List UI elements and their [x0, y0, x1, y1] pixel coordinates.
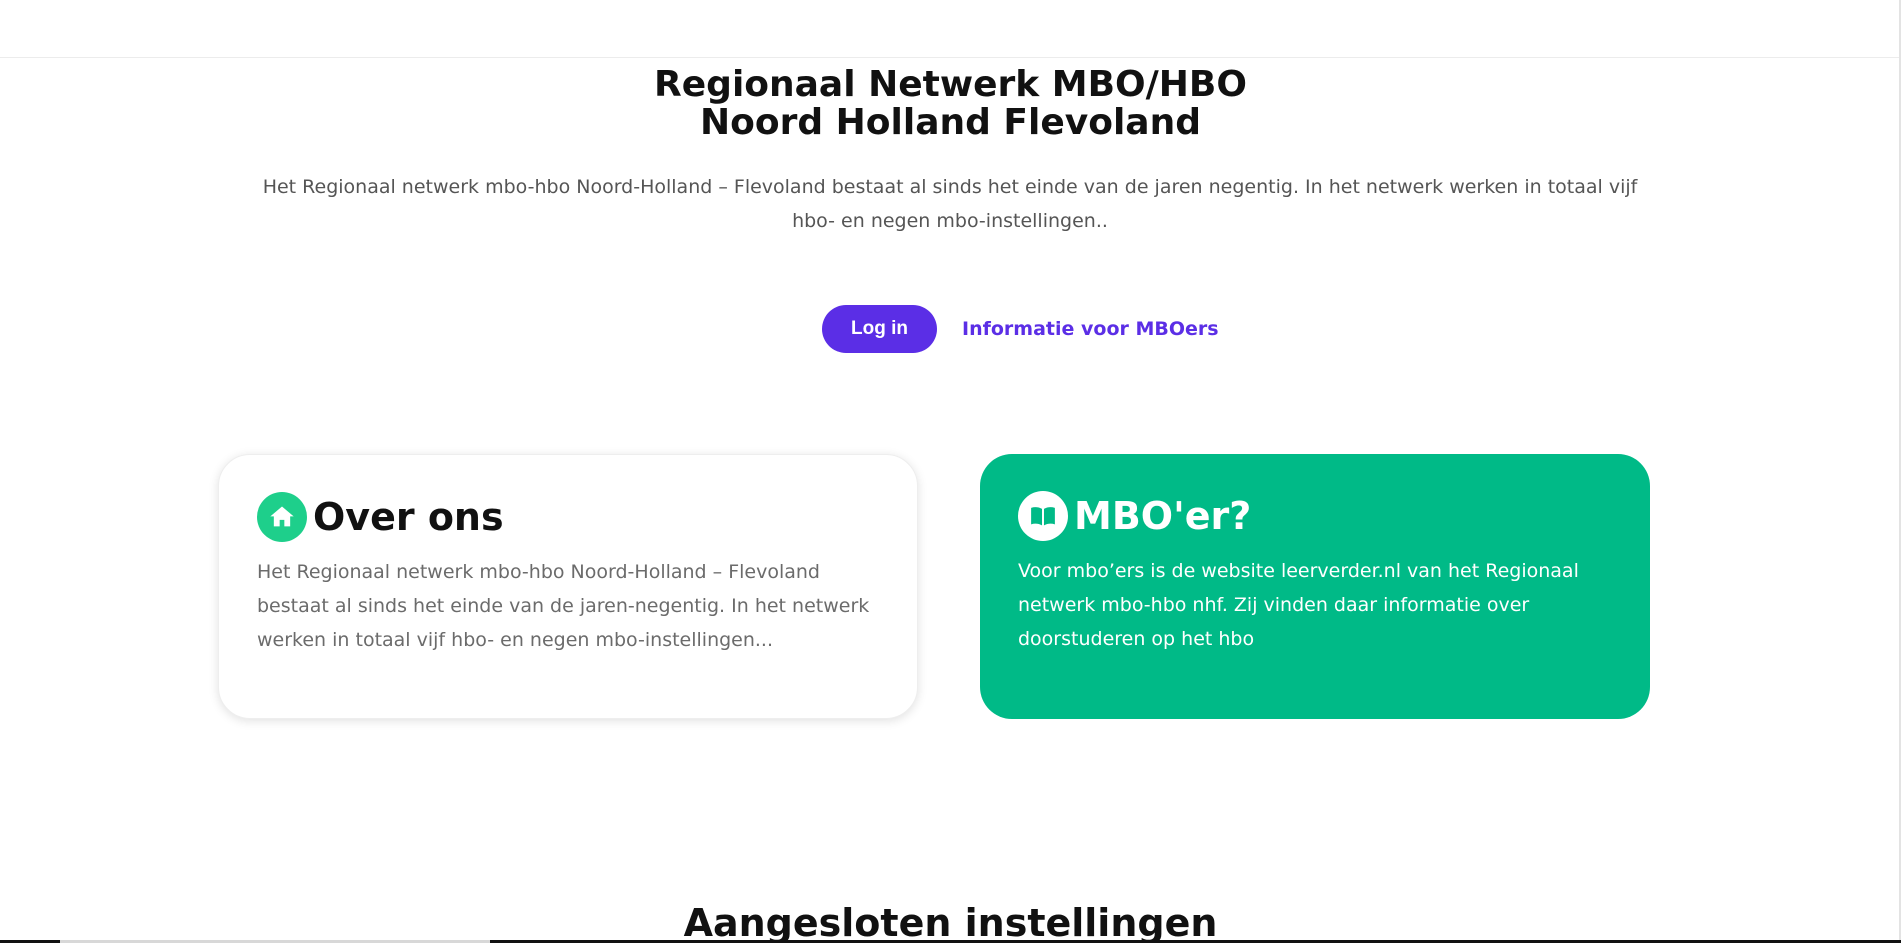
- about-card-header: Over ons: [257, 491, 879, 543]
- about-card-title: Over ons: [313, 495, 504, 539]
- mbo-card-text: Voor mbo’ers is de website leerverder.nl…: [1018, 560, 1579, 650]
- login-button[interactable]: Log in: [822, 305, 937, 353]
- home-icon: [257, 492, 307, 542]
- about-card[interactable]: Over ons Het Regionaal netwerk mbo-hbo N…: [218, 454, 918, 719]
- page: Regionaal Netwerk MBO/HBO Noord Holland …: [0, 0, 1901, 943]
- book-icon: [1018, 491, 1068, 541]
- top-bar: [0, 0, 1901, 58]
- affiliated-institutions-title: Aangesloten instellingen: [683, 901, 1218, 943]
- hero-title: Regionaal Netwerk MBO/HBO Noord Holland …: [0, 66, 1901, 142]
- cta-row: Log in Informatie voor MBOers: [0, 305, 1901, 353]
- mbo-card-header: MBO'er?: [1018, 490, 1612, 542]
- about-card-text: Het Regionaal netwerk mbo-hbo Noord-Holl…: [257, 561, 870, 651]
- hero-title-line-1: Regionaal Netwerk MBO/HBO: [654, 64, 1247, 105]
- hero-intro: Het Regionaal netwerk mbo-hbo Noord-Holl…: [262, 176, 1638, 232]
- hero-title-line-2: Noord Holland Flevoland: [700, 102, 1201, 143]
- info-mbo-link[interactable]: Informatie voor MBOers: [962, 305, 1219, 353]
- mbo-card-title: MBO'er?: [1074, 494, 1252, 538]
- mbo-card[interactable]: MBO'er? Voor mbo’ers is de website leerv…: [980, 454, 1650, 719]
